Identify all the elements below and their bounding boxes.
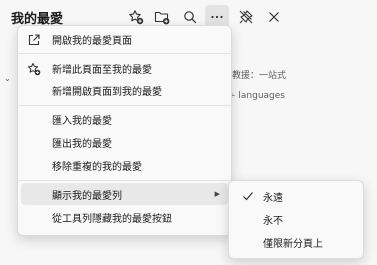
menu-item-add-open-pages[interactable]: 新增開啟頁面到我的最愛 xyxy=(21,79,228,101)
menu-item-label: 匯出我的最愛 xyxy=(52,138,112,150)
menu-separator xyxy=(18,53,231,54)
menu-item-export[interactable]: 匯出我的最愛 xyxy=(21,131,228,153)
chevron-down-icon: ⌄ xyxy=(4,74,11,83)
add-folder-icon xyxy=(154,11,170,25)
menu-item-import[interactable]: 匯入我的最愛 xyxy=(21,108,228,130)
close-button[interactable] xyxy=(262,5,286,29)
more-options-icon xyxy=(211,15,223,19)
submenu-item-never[interactable]: 永不 xyxy=(233,208,359,230)
menu-item-label: 移除重複的我的最愛 xyxy=(52,161,142,173)
open-external-icon xyxy=(27,32,41,46)
menu-item-label: 匯入我的最愛 xyxy=(52,115,112,127)
menu-item-label: 開啟我的最愛頁面 xyxy=(52,35,132,47)
menu-item-open-favorites-page[interactable]: 開啟我的最愛頁面 xyxy=(21,28,228,50)
chevron-right-icon: ▶ xyxy=(214,190,220,198)
unpin-button[interactable] xyxy=(234,5,258,29)
menu-separator xyxy=(18,105,231,106)
submenu-item-label: 僅限新分頁上 xyxy=(263,238,323,250)
submenu-item-new-tabs-only[interactable]: 僅限新分頁上 xyxy=(233,231,359,253)
close-icon xyxy=(269,12,279,22)
background-text-1: 教援：一站式 xyxy=(232,71,287,81)
submenu-item-label: 永不 xyxy=(263,215,283,227)
menu-item-label: 顯示我的最愛列 xyxy=(52,190,122,202)
submenu-item-always[interactable]: 永遠 xyxy=(233,185,359,207)
menu-item-show-favorites-bar[interactable]: 顯示我的最愛列 ▶ xyxy=(21,183,228,205)
menu-item-label: 從工具列隱藏我的最愛按鈕 xyxy=(52,213,172,225)
menu-separator xyxy=(18,180,231,181)
checkmark-icon xyxy=(243,192,253,201)
menu-item-label: 新增開啟頁面到我的最愛 xyxy=(52,86,162,98)
add-favorite-icon xyxy=(129,10,144,25)
menu-item-remove-duplicates[interactable]: 移除重複的我的最愛 xyxy=(21,154,228,176)
search-icon xyxy=(184,11,197,24)
favorites-bar-submenu: 永遠 永不 僅限新分頁上 xyxy=(228,180,364,259)
more-options-menu: 開啟我的最愛頁面 新增此頁面至我的最愛 新增開啟頁面到我的最愛 匯入我的最愛 匯… xyxy=(17,25,232,236)
submenu-item-label: 永遠 xyxy=(263,192,283,204)
background-text-2: + languages xyxy=(228,91,285,101)
menu-item-label: 新增此頁面至我的最愛 xyxy=(52,64,152,76)
unpin-icon xyxy=(239,10,253,24)
menu-item-hide-favorites-button[interactable]: 從工具列隱藏我的最愛按鈕 xyxy=(21,206,228,228)
menu-item-add-this-page[interactable]: 新增此頁面至我的最愛 xyxy=(21,57,228,79)
add-favorite-icon xyxy=(27,61,41,76)
